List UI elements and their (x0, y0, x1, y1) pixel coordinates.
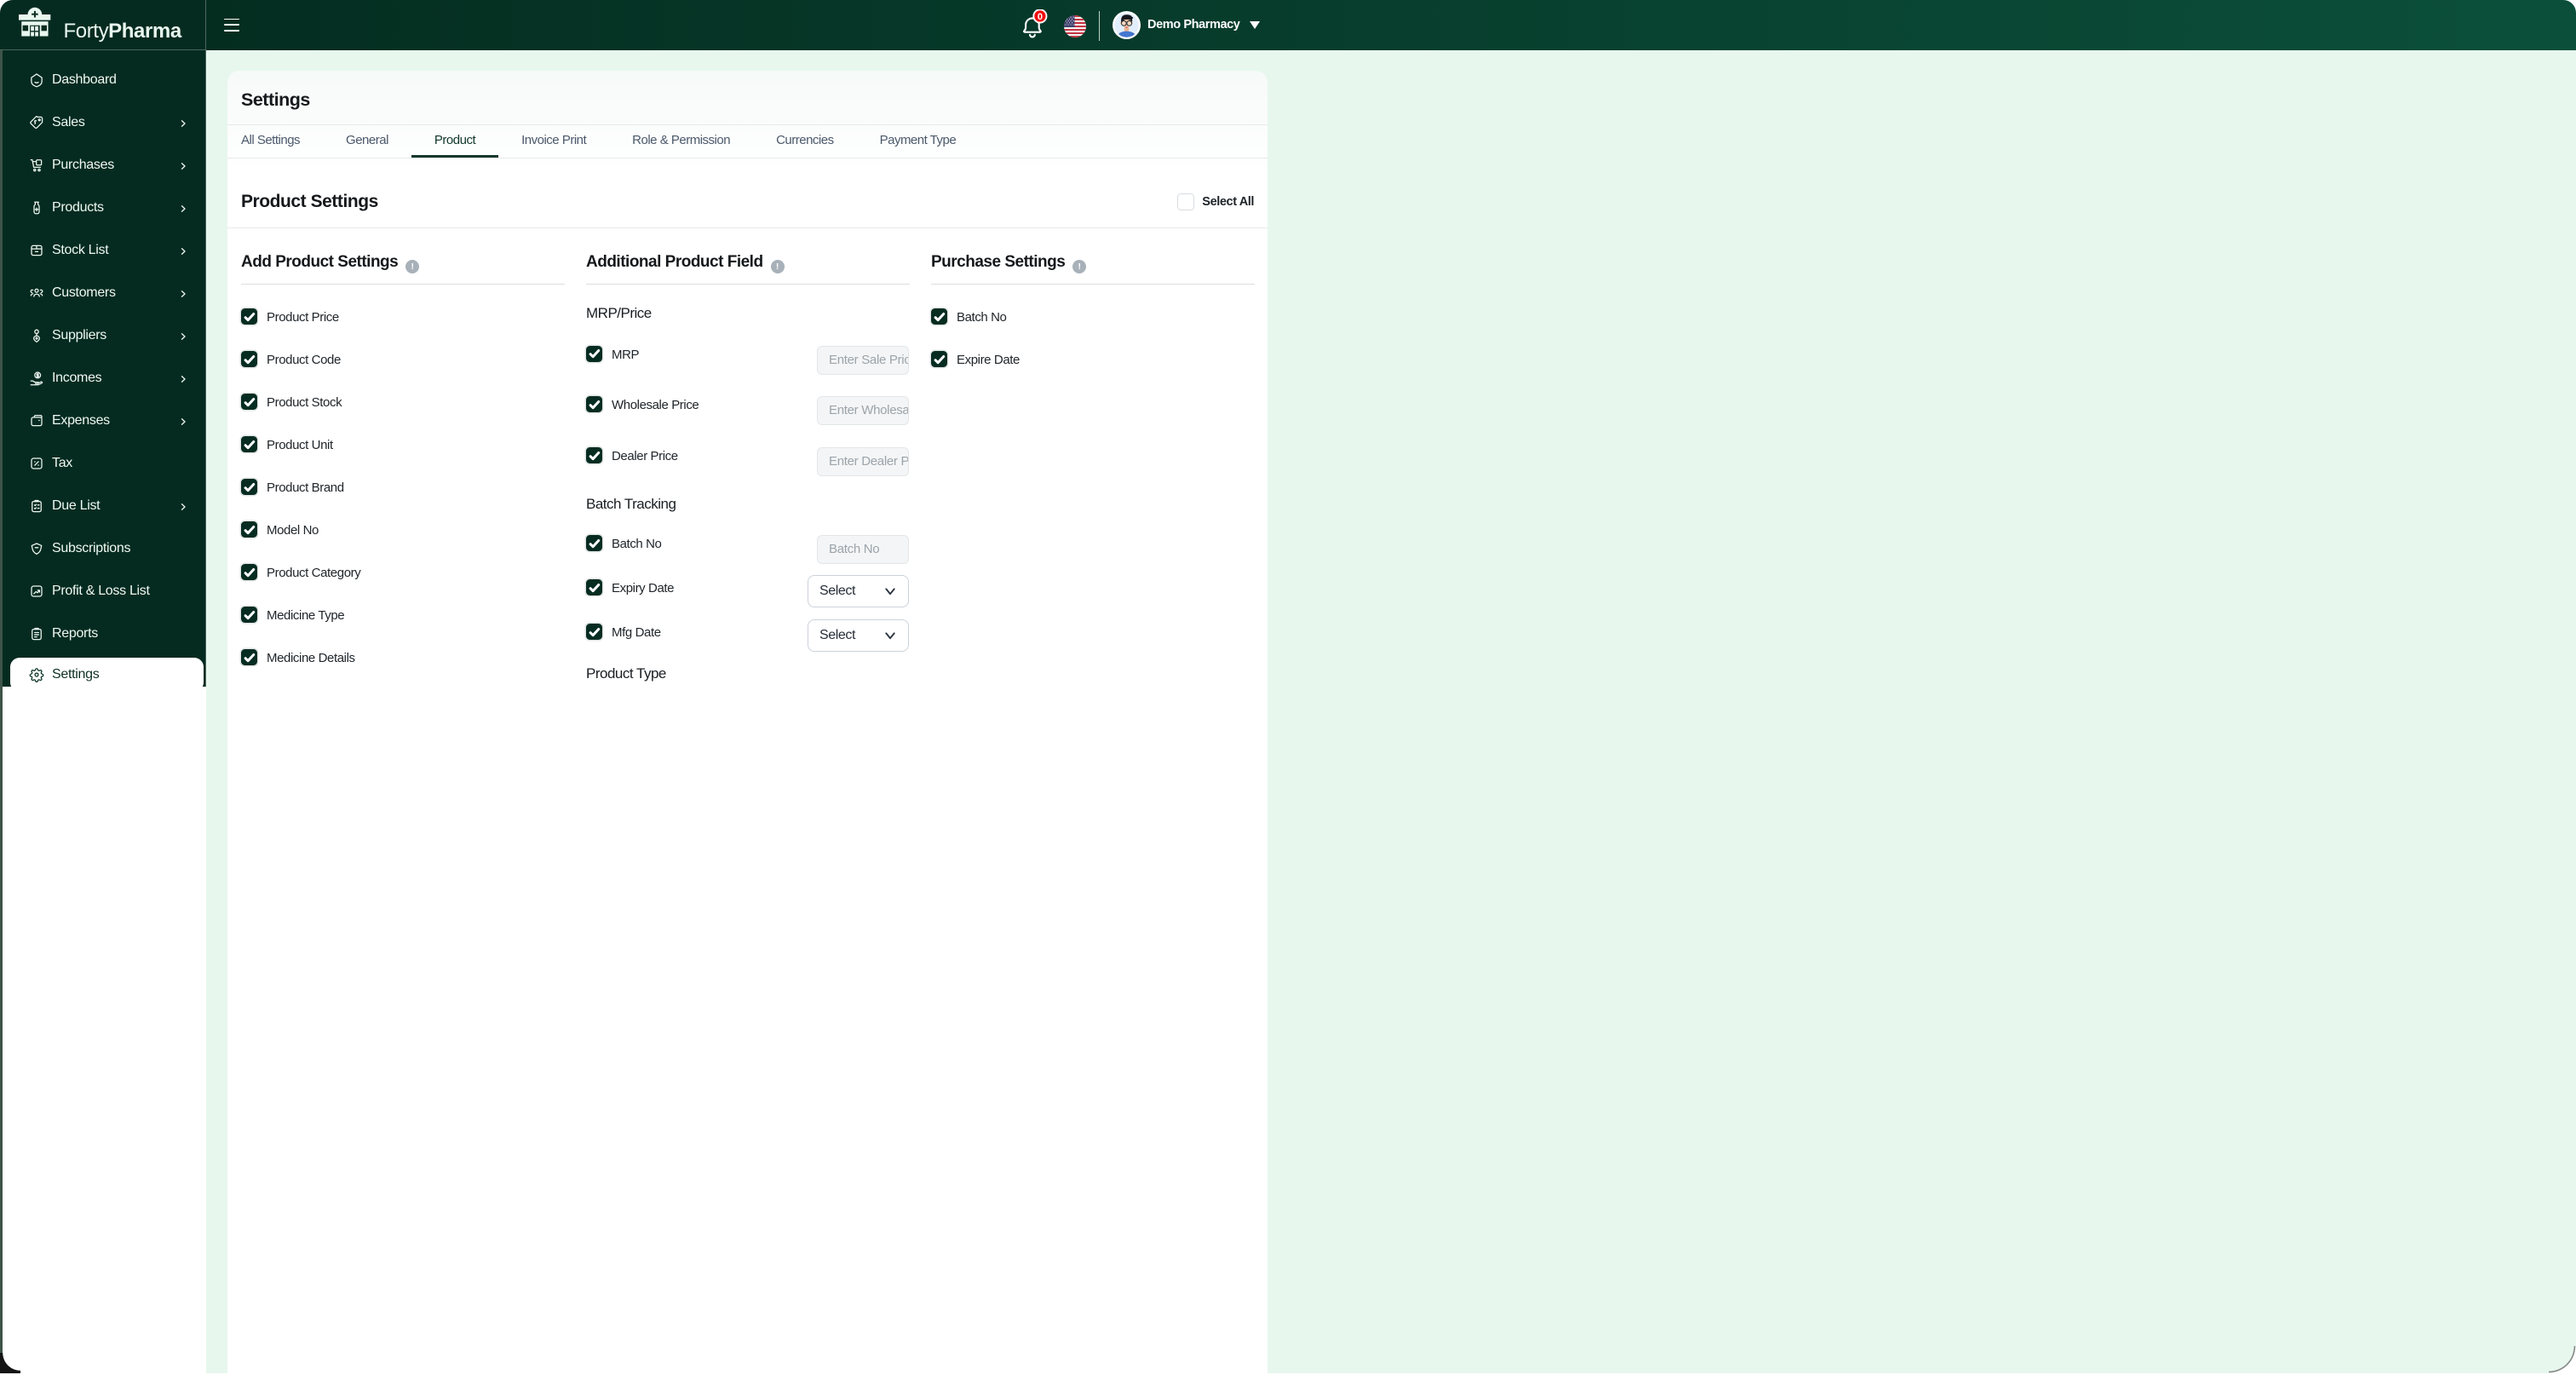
svg-text:0: 0 (1038, 12, 1043, 22)
